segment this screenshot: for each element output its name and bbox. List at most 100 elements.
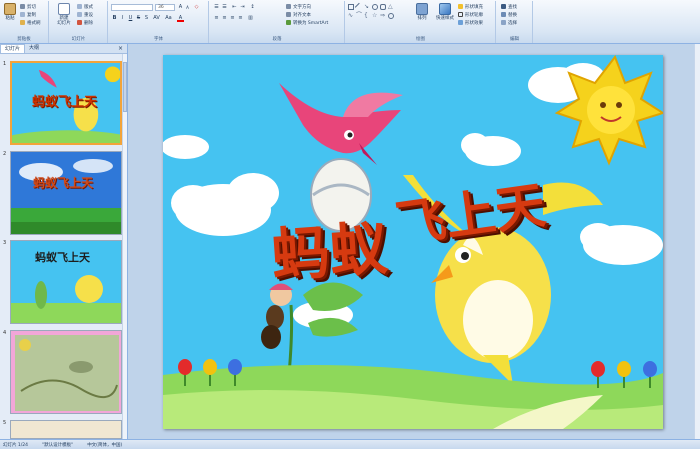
- new-slide-icon: [58, 3, 70, 15]
- clear-format-button[interactable]: ◇: [193, 4, 200, 11]
- shrink-font-button[interactable]: A: [184, 4, 191, 11]
- slide-2-preview: [11, 152, 121, 234]
- align-text-button[interactable]: 对齐文本: [286, 11, 311, 18]
- scrollbar-thumb[interactable]: [123, 62, 127, 112]
- font-size-combo[interactable]: 36: [155, 4, 175, 11]
- close-panel-icon[interactable]: ×: [118, 45, 123, 52]
- reset-button[interactable]: 重设: [77, 11, 93, 18]
- line-spacing-button[interactable]: ↕: [249, 4, 256, 11]
- oval-shape-icon[interactable]: [372, 4, 378, 10]
- align-left-button[interactable]: ≡: [213, 15, 220, 22]
- callout-shape-icon[interactable]: [388, 13, 394, 19]
- ribbon: 粘贴 剪切 复制 格式刷 剪贴板 新建 幻灯片 版式 重设 删除 幻灯片 36 …: [0, 0, 700, 44]
- arrange-button[interactable]: 排列: [412, 3, 432, 29]
- justify-button[interactable]: ≡: [237, 15, 244, 22]
- curve-shape-icon[interactable]: ∿: [348, 13, 354, 19]
- drawing-group: ↘ △ ∿ ⌒ { ☆ ⇒ 排列 快速样式 形状填充 形状轮廓 形状效果 绘图: [346, 1, 496, 43]
- italic-button[interactable]: I: [119, 15, 126, 22]
- replace-button[interactable]: 替换: [501, 11, 517, 18]
- line-shape-icon[interactable]: [354, 2, 364, 12]
- slide-thumbnail-3[interactable]: 蚂蚁飞上天: [10, 240, 122, 324]
- slides-panel: 幻灯片 大纲 × 1 蚂蚁飞上天 2 蚂蚁飞上天 3 蚂蚁飞上天 4 5: [0, 44, 128, 439]
- text-direction-icon: [286, 4, 291, 9]
- format-painter-button[interactable]: 格式刷: [20, 19, 41, 26]
- select-button[interactable]: 选择: [501, 19, 517, 26]
- text-direction-button[interactable]: 文字方向: [286, 3, 311, 10]
- font-name-combo[interactable]: [111, 4, 153, 11]
- grow-font-button[interactable]: A: [177, 4, 184, 11]
- paste-button[interactable]: 粘贴: [2, 3, 18, 29]
- paragraph-group-label: 段落: [272, 37, 282, 42]
- reset-icon: [77, 12, 82, 17]
- shape-outline-button[interactable]: 形状轮廓: [458, 11, 483, 18]
- slide-count-status: 幻灯片 1/24: [3, 442, 29, 448]
- strikethrough-button[interactable]: S: [135, 15, 142, 22]
- bullets-button[interactable]: ☰: [213, 4, 220, 11]
- shape-fill-button[interactable]: 形状填充: [458, 3, 483, 10]
- clipboard-group: 粘贴 剪切 复制 格式刷 剪贴板: [0, 1, 49, 43]
- tab-slides[interactable]: 幻灯片: [0, 44, 26, 53]
- paragraph-group: ☰ ☰ ⇤ ⇥ ↕ ≡ ≡ ≡ ≡ ▥ 文字方向 对齐文本 转换为 SmartA…: [210, 1, 345, 43]
- slide-number: 4: [3, 330, 7, 336]
- outline-icon: [458, 12, 463, 17]
- new-slide-button[interactable]: 新建 幻灯片: [54, 3, 74, 29]
- current-slide[interactable]: 蚂蚁 飞上天: [163, 55, 663, 429]
- columns-button[interactable]: ▥: [247, 15, 254, 22]
- slide-thumbnail-2[interactable]: 蚂蚁飞上天: [10, 151, 122, 235]
- slide-thumbnail-1[interactable]: 蚂蚁飞上天: [10, 61, 122, 145]
- slide-scrollbar[interactable]: [694, 44, 700, 439]
- delete-slide-button[interactable]: 删除: [77, 19, 93, 26]
- slides-group-label: 幻灯片: [71, 37, 86, 42]
- align-right-button[interactable]: ≡: [229, 15, 236, 22]
- brace-shape-icon[interactable]: {: [364, 13, 370, 19]
- slide-editing-area: 蚂蚁 飞上天: [129, 44, 700, 439]
- arc-shape-icon[interactable]: ⌒: [356, 13, 362, 19]
- increase-indent-button[interactable]: ⇥: [239, 4, 246, 11]
- shape-effects-button[interactable]: 形状效果: [458, 19, 483, 26]
- slides-panel-scrollbar[interactable]: [122, 54, 127, 439]
- triangle-shape-icon[interactable]: △: [388, 4, 394, 10]
- underline-button[interactable]: U: [127, 15, 134, 22]
- status-bar: 幻灯片 1/24 "默认设计模板" 中文(简体，中国): [0, 439, 700, 449]
- rounded-rect-shape-icon[interactable]: [380, 4, 386, 10]
- layout-button[interactable]: 版式: [77, 3, 93, 10]
- paste-icon: [4, 3, 16, 15]
- tab-outline[interactable]: 大纲: [25, 44, 43, 53]
- copy-icon: [20, 12, 25, 17]
- arrange-icon: [416, 3, 428, 15]
- fill-icon: [458, 4, 463, 9]
- slide-title-part1[interactable]: 蚂蚁: [268, 201, 390, 293]
- numbering-button[interactable]: ☰: [221, 4, 228, 11]
- slide-4-preview: [15, 335, 119, 411]
- select-icon: [501, 20, 506, 25]
- slides-group: 新建 幻灯片 版式 重设 删除 幻灯片: [50, 1, 108, 43]
- copy-button[interactable]: 复制: [20, 11, 36, 18]
- find-button[interactable]: 查找: [501, 3, 517, 10]
- scissors-icon: [20, 4, 25, 9]
- spacing-button[interactable]: AV: [153, 15, 160, 22]
- quick-styles-button[interactable]: 快速样式: [434, 3, 456, 29]
- arrow-shape-icon[interactable]: ↘: [364, 4, 370, 10]
- bold-button[interactable]: B: [111, 15, 118, 22]
- shadow-button[interactable]: S: [143, 15, 150, 22]
- decrease-indent-button[interactable]: ⇤: [231, 4, 238, 11]
- slide-number: 2: [3, 151, 7, 157]
- replace-icon: [501, 12, 506, 17]
- star-shape-icon[interactable]: ☆: [372, 13, 378, 19]
- font-group-label: 字体: [154, 37, 163, 42]
- smartart-button[interactable]: 转换为 SmartArt: [286, 19, 328, 26]
- slide-thumbnail-4[interactable]: [10, 330, 122, 414]
- cut-button[interactable]: 剪切: [20, 3, 36, 10]
- right-arrow-shape-icon[interactable]: ⇒: [380, 13, 386, 19]
- font-color-button[interactable]: A: [177, 15, 184, 22]
- align-center-button[interactable]: ≡: [221, 15, 228, 22]
- quick-styles-icon: [439, 3, 451, 15]
- case-button[interactable]: Aa: [165, 15, 172, 22]
- brush-icon: [20, 20, 25, 25]
- panel-tabbar: 幻灯片 大纲 ×: [0, 44, 127, 54]
- theme-status: "默认设计模板": [42, 442, 74, 448]
- slide-thumbnail-5[interactable]: [10, 420, 122, 439]
- rectangle-shape-icon[interactable]: [348, 4, 354, 10]
- clipboard-group-label: 剪贴板: [17, 37, 31, 42]
- shapes-gallery[interactable]: ↘ △ ∿ ⌒ { ☆ ⇒: [348, 2, 406, 28]
